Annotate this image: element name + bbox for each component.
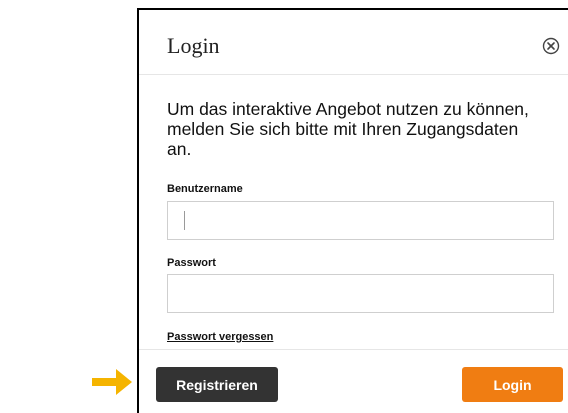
footer-divider (139, 349, 568, 350)
text-cursor (184, 211, 185, 230)
username-input[interactable] (167, 201, 554, 240)
arrow-right-icon (92, 369, 132, 395)
close-icon[interactable] (542, 37, 560, 55)
intro-text: Um das interaktive Angebot nutzen zu kön… (167, 99, 529, 159)
register-button[interactable]: Registrieren (156, 367, 278, 402)
dialog-header: Login (139, 10, 568, 75)
screenshot-stage: Login Um das interaktive Angebot nutzen … (0, 0, 568, 413)
login-button[interactable]: Login (462, 367, 563, 402)
dialog-title: Login (167, 33, 220, 58)
password-label: Passwort (167, 257, 216, 269)
password-input[interactable] (167, 274, 554, 313)
forgot-password-link[interactable]: Passwort vergessen (167, 331, 273, 343)
username-label: Benutzername (167, 183, 243, 195)
login-dialog: Login Um das interaktive Angebot nutzen … (137, 8, 568, 413)
